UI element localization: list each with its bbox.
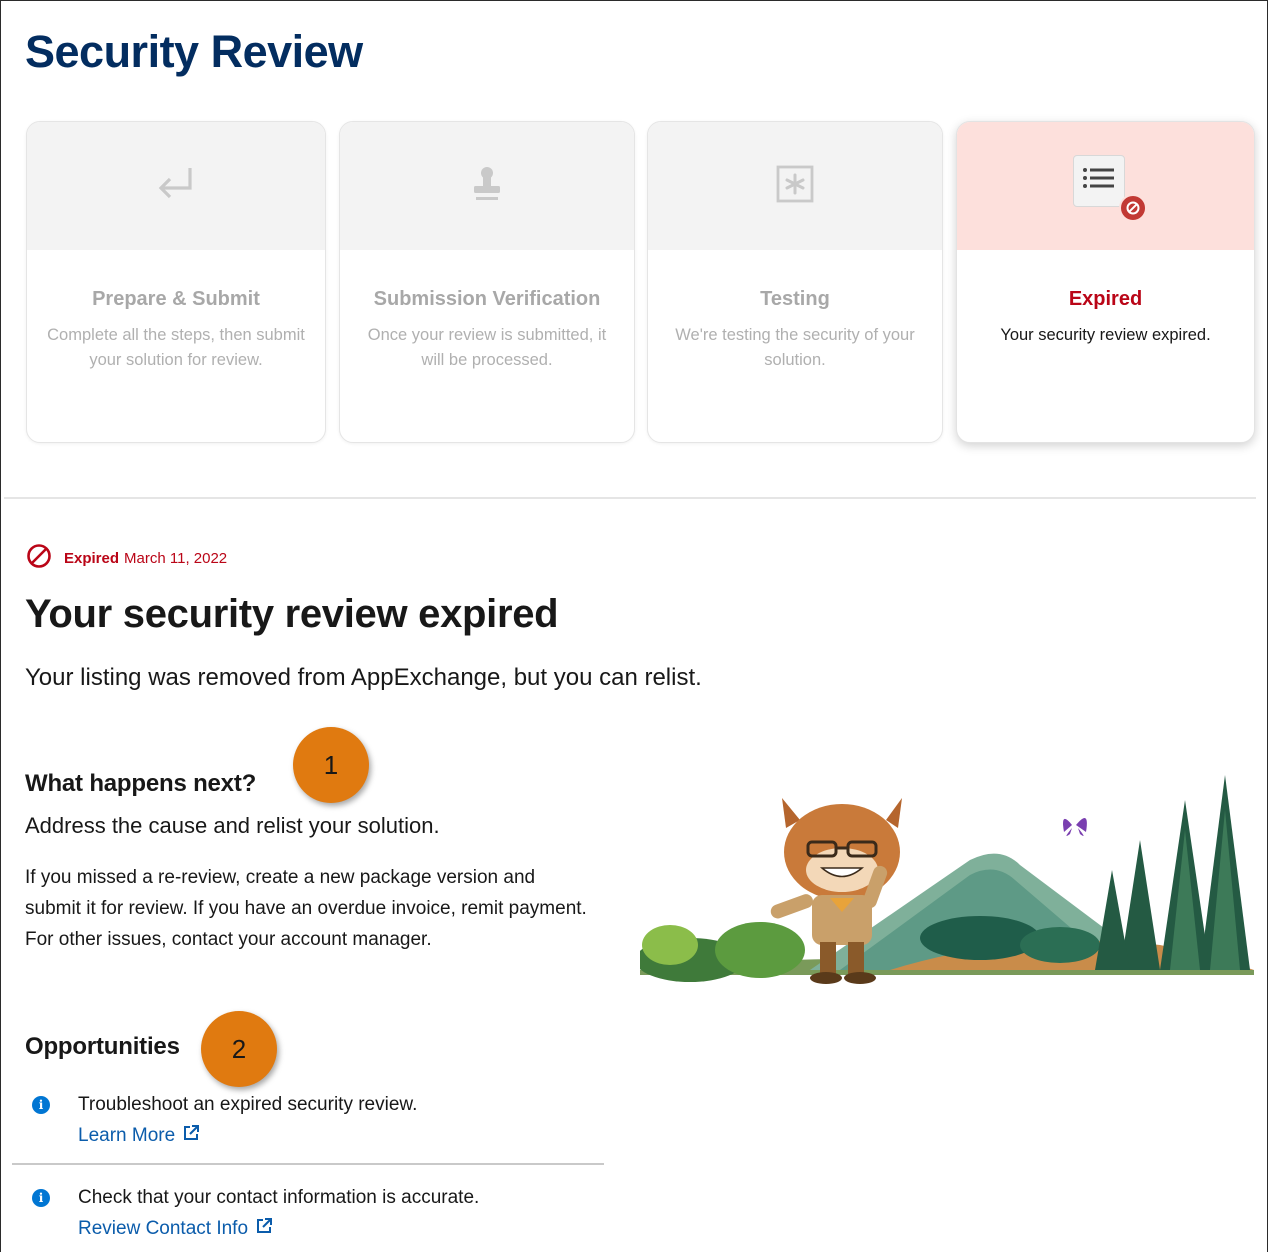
external-link-icon (248, 1217, 273, 1241)
main-subtext: Your listing was removed from AppExchang… (25, 664, 702, 691)
page-title: Security Review (25, 26, 363, 77)
step-expired: Expired Your security review expired. (956, 121, 1255, 443)
step-title: Expired (1068, 288, 1143, 310)
step-title: Testing (760, 288, 830, 310)
step-icon-area (340, 122, 634, 250)
link-label: Review Contact Info (78, 1218, 249, 1239)
info-icon: i (32, 1096, 50, 1114)
next-body: If you missed a re-review, create a new … (25, 867, 587, 950)
link-label: Learn More (78, 1125, 176, 1146)
status-line: Expired March 11, 2022 (26, 543, 227, 573)
opportunity-text: Check that your contact information is a… (78, 1187, 480, 1208)
step-testing: Testing We're testing the security of yo… (647, 121, 943, 443)
blocked-icon (26, 543, 52, 573)
stamp-icon (467, 164, 507, 209)
list-blocked-icon (1072, 155, 1147, 222)
external-link-icon (175, 1124, 200, 1148)
next-lead: Address the cause and relist your soluti… (25, 813, 440, 838)
callout-2: 2 (201, 1011, 277, 1087)
section-divider (4, 497, 1256, 499)
learn-more-link[interactable]: Learn More (78, 1124, 200, 1148)
step-title: Prepare & Submit (92, 288, 260, 310)
step-description: Your security review expired. (1000, 326, 1211, 344)
status-date: March 11, 2022 (124, 549, 228, 567)
step-submission-verification: Submission Verification Once your review… (339, 121, 635, 443)
main-heading: Your security review expired (25, 592, 559, 636)
status-label: Expired (64, 549, 120, 567)
opportunities-heading: Opportunities (25, 1033, 180, 1060)
step-title: Submission Verification (373, 288, 601, 310)
step-icon-area (648, 122, 942, 250)
step-prepare-submit: Prepare & Submit Complete all the steps,… (26, 121, 326, 443)
step-description: Once your review is submitted, it will b… (367, 326, 607, 369)
step-description: Complete all the steps, then submit your… (47, 326, 305, 369)
review-contact-info-link[interactable]: Review Contact Info (78, 1217, 273, 1241)
step-description: We're testing the security of your solut… (675, 326, 915, 369)
step-icon-area (957, 122, 1254, 250)
mascot-illustration (635, 770, 1254, 990)
callout-1: 1 (293, 727, 369, 803)
return-arrow-icon (154, 164, 198, 209)
step-icon-area (27, 122, 325, 250)
progress-steps: Prepare & Submit Complete all the steps,… (26, 121, 1256, 443)
blocked-badge-icon (1118, 194, 1147, 222)
info-icon: i (32, 1189, 50, 1207)
opportunity-text: Troubleshoot an expired security review. (78, 1094, 418, 1115)
next-heading: What happens next? (25, 770, 257, 797)
asterisk-box-icon (776, 165, 814, 208)
opportunity-divider (12, 1163, 604, 1165)
